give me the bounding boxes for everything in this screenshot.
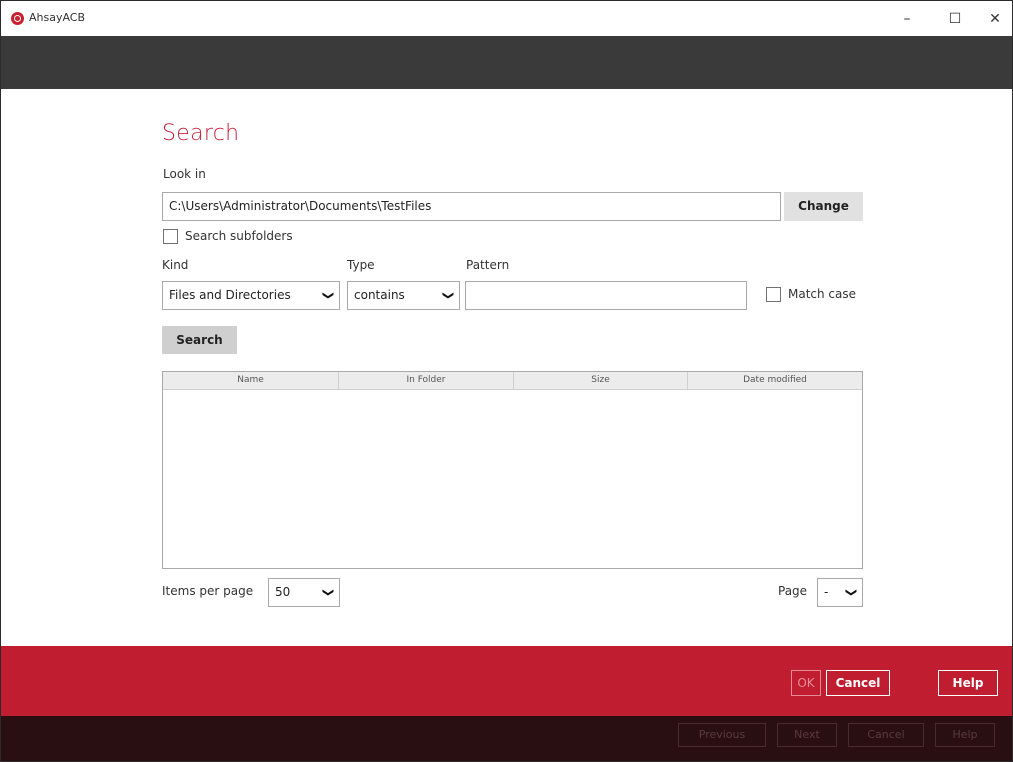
background-help-button: Help <box>935 723 995 747</box>
pattern-input[interactable] <box>465 281 747 310</box>
items-per-page-label: Items per page <box>162 584 254 598</box>
help-button[interactable]: Help <box>938 670 998 696</box>
look-in-path-field[interactable]: C:\Users\Administrator\Documents\TestFil… <box>162 192 781 221</box>
kind-select-value: Files and Directories <box>169 288 291 302</box>
column-header-size[interactable]: Size <box>514 372 688 389</box>
match-case-checkbox[interactable] <box>766 287 781 302</box>
search-subfolders-checkbox[interactable] <box>163 229 178 244</box>
column-header-in-folder[interactable]: In Folder <box>339 372 514 389</box>
app-logo-icon <box>11 12 24 25</box>
column-header-name[interactable]: Name <box>163 372 339 389</box>
type-label: Type <box>347 258 375 272</box>
chevron-down-icon: ❯ <box>844 587 858 598</box>
items-per-page-select[interactable]: 50 ❯ <box>268 578 340 607</box>
page-select-value: - <box>824 585 829 599</box>
minimize-button[interactable]: – <box>892 5 922 33</box>
chevron-down-icon: ❯ <box>321 587 335 598</box>
chevron-down-icon: ❯ <box>441 290 455 301</box>
page-label: Page <box>778 584 808 598</box>
look-in-label: Look in <box>163 167 206 181</box>
items-per-page-value: 50 <box>275 585 291 599</box>
maximize-button[interactable]: ☐ <box>940 5 970 33</box>
chevron-down-icon: ❯ <box>321 290 335 301</box>
type-select-value: contains <box>354 288 405 302</box>
background-previous-button: Previous <box>678 723 766 747</box>
pattern-label: Pattern <box>466 258 510 272</box>
results-table[interactable]: Name In Folder Size Date modified <box>162 371 863 569</box>
results-table-header: Name In Folder Size Date modified <box>163 372 862 390</box>
background-cancel-button: Cancel <box>848 723 924 747</box>
title-bar: AhsayACB – ☐ ✕ <box>1 1 1012 36</box>
close-button[interactable]: ✕ <box>980 5 1010 33</box>
cancel-button[interactable]: Cancel <box>826 670 890 696</box>
match-case-label: Match case <box>788 287 857 301</box>
header-bar <box>1 36 1012 89</box>
kind-label: Kind <box>162 258 189 272</box>
app-title: AhsayACB <box>29 11 86 24</box>
page-select[interactable]: - ❯ <box>817 578 863 607</box>
search-button[interactable]: Search <box>162 326 237 354</box>
kind-select[interactable]: Files and Directories ❯ <box>162 281 340 310</box>
ok-button[interactable]: OK <box>791 670 821 696</box>
background-next-button: Next <box>777 723 837 747</box>
page-title: Search <box>162 121 240 146</box>
search-subfolders-label: Search subfolders <box>185 229 293 243</box>
column-header-date-modified[interactable]: Date modified <box>688 372 862 389</box>
change-button[interactable]: Change <box>784 192 863 221</box>
type-select[interactable]: contains ❯ <box>347 281 460 310</box>
